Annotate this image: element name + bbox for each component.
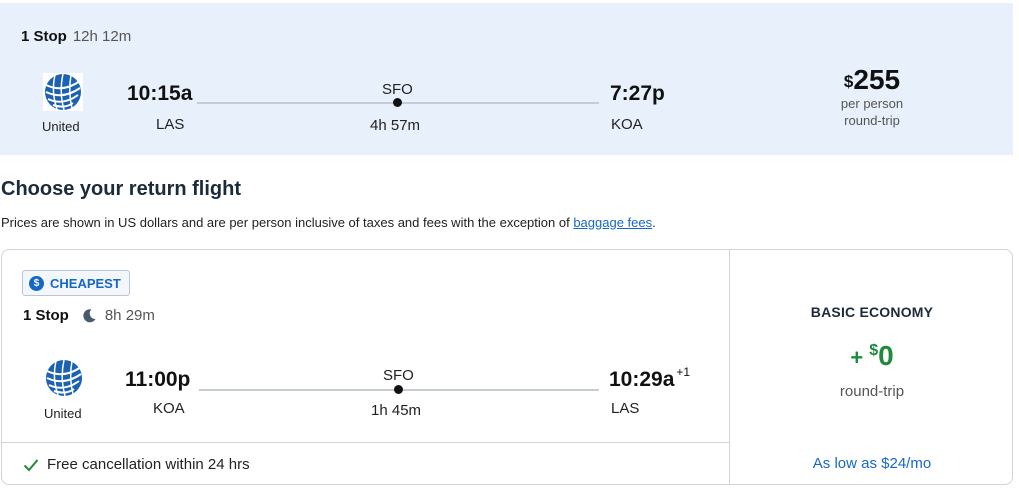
outbound-depart-code: LAS — [156, 116, 185, 133]
outbound-price-per-person: per person — [840, 96, 904, 111]
price-notice-end: . — [652, 215, 656, 230]
outbound-price-amount: 255 — [853, 64, 901, 95]
monthly-payment-link[interactable]: As low as $24/mo — [730, 455, 1012, 472]
return-total-duration: 8h 29m — [104, 307, 155, 324]
outbound-arrive-time: 7:27p — [610, 82, 665, 105]
fare-price: + $0 — [730, 340, 1012, 372]
return-stop-summary: 1 Stop 8h 29m — [23, 307, 155, 324]
dollar-coin-icon: $ — [29, 275, 44, 291]
outbound-arrive-code: KOA — [611, 116, 643, 133]
return-segment-duration: 1h 45m — [371, 402, 422, 419]
cheapest-badge: $ CHEAPEST — [22, 270, 130, 296]
return-depart-code: KOA — [153, 400, 185, 417]
return-depart-time: 11:00p — [125, 368, 191, 391]
free-cancellation-note: Free cancellation within 24 hrs — [23, 456, 250, 473]
outbound-stops: 1 Stop — [21, 28, 67, 45]
return-stops: 1 Stop — [23, 307, 69, 324]
page-title: Choose your return flight — [1, 178, 241, 200]
checkmark-icon — [23, 458, 39, 471]
return-flight-details[interactable]: $ CHEAPEST 1 Stop 8h 29m United 11:00p K… — [2, 250, 730, 442]
outbound-total-duration: 12h 12m — [72, 28, 132, 45]
return-layover-dot — [394, 385, 403, 394]
baggage-fees-link[interactable]: baggage fees — [573, 215, 652, 230]
return-arrive-time: 10:29a +1 — [609, 365, 691, 392]
outbound-layover-dot — [393, 98, 402, 107]
return-airline: United — [44, 406, 82, 421]
day-offset-badge: +1 — [676, 365, 691, 379]
fare-round-trip: round-trip — [839, 383, 905, 400]
cheapest-badge-label: CHEAPEST — [50, 275, 121, 291]
return-flight-card[interactable]: $ CHEAPEST 1 Stop 8h 29m United 11:00p K… — [1, 249, 1013, 485]
outbound-price-round-trip: round-trip — [844, 113, 900, 128]
moon-icon — [83, 308, 96, 322]
outbound-price: $255 per person round-trip — [820, 65, 924, 129]
card-divider-horizontal — [2, 442, 730, 443]
free-cancellation-text: Free cancellation within 24 hrs — [47, 456, 250, 473]
return-arrive-time-value: 10:29a — [609, 368, 675, 391]
basic-economy-fare-option[interactable]: BASIC ECONOMY + $0 round-trip As low as $… — [730, 250, 1012, 484]
price-notice-text: Prices are shown in US dollars and are p… — [1, 215, 574, 230]
united-globe-logo-icon — [43, 73, 83, 111]
outbound-price-currency: $ — [843, 72, 854, 91]
outbound-depart-time: 10:15a — [127, 82, 193, 105]
fare-plus-sign: + — [850, 345, 864, 370]
outbound-stop-summary: 1 Stop 12h 12m — [21, 28, 131, 45]
fare-amount: 0 — [878, 340, 894, 371]
return-arrive-code: LAS — [611, 400, 640, 417]
outbound-segment-duration: 4h 57m — [370, 117, 421, 134]
fare-class-name: BASIC ECONOMY — [810, 304, 934, 320]
selected-outbound-card[interactable]: 1 Stop 12h 12m United 10:15a LAS SFO 4h 5… — [0, 3, 1013, 155]
return-layover-code: SFO — [383, 367, 414, 384]
united-globe-logo-icon — [44, 359, 84, 397]
outbound-airline: United — [42, 119, 80, 134]
outbound-layover-code: SFO — [382, 81, 413, 98]
price-notice: Prices are shown in US dollars and are p… — [1, 215, 656, 230]
fare-currency: $ — [869, 342, 879, 359]
